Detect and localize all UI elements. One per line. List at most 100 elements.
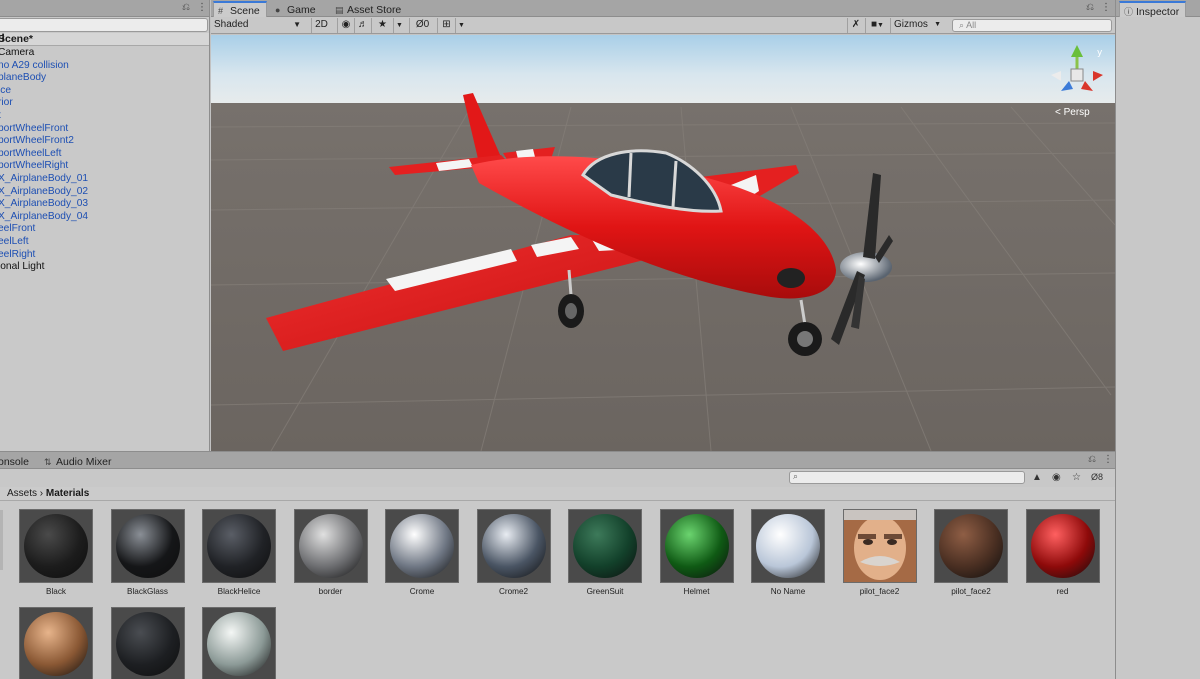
tab-console[interactable]: onsole — [0, 454, 35, 469]
project-tabbar: onsole ⇅ Audio Mixer ⎌ ⋮ — [0, 452, 1115, 469]
scene-viewport[interactable]: y < Persp — [211, 35, 1115, 451]
tab-asset-store[interactable]: ▤ Asset Store — [331, 2, 407, 17]
gizmos-dropdown[interactable]: Gizmos ▼ — [890, 18, 944, 33]
hierarchy-item[interactable]: eelFront — [0, 223, 35, 236]
tools-toggle[interactable]: ✗ — [847, 18, 864, 33]
eye-slash-icon: Ø — [415, 19, 424, 30]
hierarchy-search-input[interactable] — [0, 18, 208, 32]
hierarchy-item[interactable]: X_AirplaneBody_04 — [0, 211, 88, 224]
material-tile[interactable]: Helmet — [659, 509, 734, 596]
grid-snap-toggle[interactable]: ⊞ — [437, 18, 455, 33]
material-name: BlackGlass — [127, 587, 168, 596]
material-tile[interactable]: red — [1025, 509, 1100, 596]
material-tile[interactable]: GreenSuit — [568, 509, 642, 596]
hidden-count: 0 — [423, 19, 430, 30]
project-search-input[interactable]: ⌕ — [789, 471, 1025, 484]
inspector-tabbar: ⓘ Inspector — [1116, 0, 1200, 18]
hierarchy-item[interactable]: Camera — [0, 47, 34, 60]
hierarchy-item[interactable]: portWheelRight — [0, 160, 68, 173]
effects-toggle[interactable]: ★ — [371, 18, 393, 33]
material-sphere-icon — [756, 514, 820, 578]
hierarchy-item[interactable]: rior — [0, 97, 13, 110]
hierarchy-item[interactable]: ice — [0, 85, 11, 98]
kebab-menu-icon[interactable]: ⋮ — [1101, 2, 1111, 13]
material-sphere-icon — [573, 514, 637, 578]
search-icon: ⌕ — [959, 20, 965, 30]
hierarchy-item[interactable]: portWheelFront — [0, 123, 68, 136]
hierarchy-item[interactable]: ional Light — [0, 261, 44, 274]
material-tile[interactable]: Black — [19, 509, 93, 596]
grid-icon: # — [218, 6, 224, 16]
tab-scene[interactable]: # Scene — [213, 1, 267, 17]
material-thumbnail — [293, 509, 368, 583]
filter-by-label-icon[interactable]: ◉ — [1052, 472, 1061, 483]
grid-dropdown[interactable]: ▼ — [455, 18, 467, 33]
scene-tabbar: # Scene ● Game ▤ Asset Store ⎌ ⋮ — [211, 0, 1115, 17]
lock-icon[interactable]: ⎌ — [1086, 2, 1094, 13]
material-sphere-icon — [115, 612, 180, 676]
hidden-packages-toggle[interactable]: Ø8 — [1091, 472, 1103, 482]
shading-mode-dropdown[interactable]: Shaded ▼ — [211, 18, 305, 33]
material-sphere-icon — [24, 514, 88, 578]
hidden-objects-toggle[interactable]: Ø0 — [409, 18, 435, 33]
audio-toggle[interactable]: ♬ — [354, 18, 371, 33]
scene-search-input[interactable]: ⌕ All — [952, 19, 1112, 32]
camera-dropdown[interactable]: ■▼ — [865, 18, 889, 33]
filter-by-type-icon[interactable]: ▲ — [1032, 472, 1042, 483]
material-thumbnail — [202, 607, 276, 679]
hierarchy-item[interactable]: planeBody — [0, 72, 46, 85]
tab-audio-mixer[interactable]: ⇅ Audio Mixer — [40, 454, 117, 469]
lock-icon[interactable]: ⎌ — [1088, 454, 1096, 465]
info-icon: ⓘ — [1124, 7, 1134, 17]
gizmos-label: Gizmos — [894, 19, 928, 30]
material-tile[interactable]: pilot_face2 — [842, 509, 917, 596]
material-sphere-icon — [481, 514, 546, 578]
kebab-menu-icon[interactable]: ⋮ — [1103, 454, 1113, 465]
kebab-menu-icon[interactable]: ⋮ — [0, 33, 8, 44]
hierarchy-item[interactable]: X_AirplaneBody_02 — [0, 186, 88, 199]
material-tile[interactable]: pilot_face2 — [934, 509, 1008, 596]
material-tile[interactable]: BlackGlass — [110, 509, 185, 596]
material-tile[interactable]: BlackHelice — [202, 509, 276, 596]
material-tile[interactable] — [110, 607, 185, 679]
hierarchy-item[interactable]: X_AirplaneBody_03 — [0, 198, 88, 211]
2d-toggle[interactable]: 2D — [311, 18, 331, 33]
tab-inspector[interactable]: ⓘ Inspector — [1119, 1, 1187, 18]
material-sphere-icon — [1030, 514, 1095, 578]
material-tile[interactable] — [19, 607, 93, 679]
material-tile[interactable]: border — [293, 509, 368, 596]
scene-orientation-gizmo[interactable]: y — [1049, 45, 1105, 103]
hierarchy-item[interactable]: no A29 collision — [0, 60, 69, 73]
hierarchy-item[interactable]: X_AirplaneBody_01 — [0, 173, 88, 186]
hierarchy-item[interactable]: portWheelLeft — [0, 148, 61, 161]
hierarchy-item[interactable]: portWheelFront2 — [0, 135, 74, 148]
material-thumbnail — [19, 607, 93, 679]
material-thumbnail — [934, 509, 1008, 583]
material-tile[interactable]: Crome — [385, 509, 459, 596]
hierarchy-item[interactable]: eelRight — [0, 249, 35, 262]
hierarchy-item[interactable]: eelLeft — [0, 236, 29, 249]
material-thumbnail — [1025, 509, 1100, 583]
hierarchy-item[interactable]: t — [0, 110, 1, 123]
kebab-menu-icon[interactable]: ⋮ — [197, 2, 207, 13]
scene-root-row[interactable]: Scene* ⋮ — [0, 33, 209, 46]
svg-text:y: y — [1097, 48, 1103, 58]
material-tile[interactable]: No Name — [751, 509, 825, 596]
inspector-panel: ⓘ Inspector — [1115, 0, 1200, 679]
material-thumbnail — [476, 509, 551, 583]
favorite-star-icon[interactable]: ☆ — [1072, 472, 1081, 483]
lighting-toggle[interactable]: ◉ — [337, 18, 354, 33]
lock-icon[interactable]: ⎌ — [182, 2, 190, 13]
projection-label[interactable]: < Persp — [1055, 107, 1090, 118]
material-name: BlackHelice — [217, 587, 261, 596]
tab-game[interactable]: ● Game — [271, 2, 322, 17]
gamepad-icon: ● — [275, 5, 281, 15]
effects-icon: ★ — [378, 19, 387, 30]
material-sphere-icon — [939, 514, 1003, 578]
material-tile[interactable] — [202, 607, 276, 679]
material-thumbnail — [385, 509, 459, 583]
breadcrumb-materials[interactable]: Materials — [46, 488, 89, 499]
breadcrumb-assets[interactable]: Assets — [7, 488, 37, 499]
material-tile[interactable]: Crome2 — [476, 509, 551, 596]
effects-dropdown[interactable]: ▼ — [393, 18, 405, 33]
